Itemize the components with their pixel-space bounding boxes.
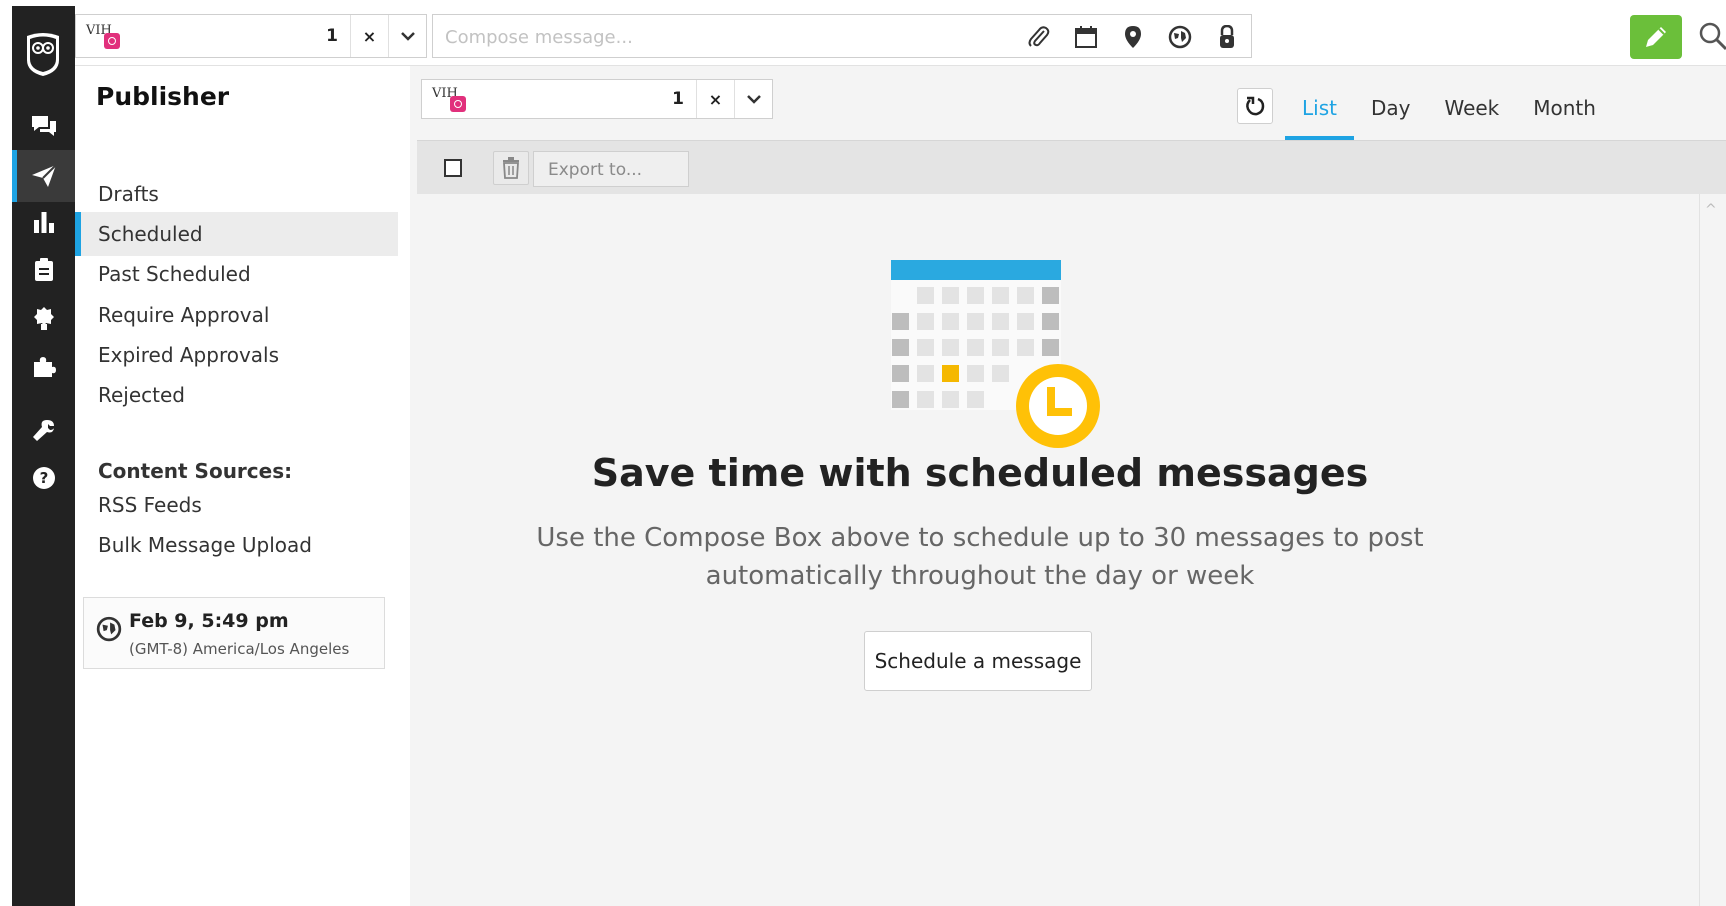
sidebar-item-label: Expired Approvals [98,343,280,367]
sidebar-item-scheduled[interactable]: Scheduled [75,212,398,256]
schedule-message-button[interactable]: Schedule a message [864,631,1092,691]
filter-profile-picker[interactable]: VIH 1 × [421,79,773,119]
instagram-icon [450,96,466,112]
content-sources-heading: Content Sources: [98,459,293,483]
privacy-lock-icon[interactable] [1213,23,1241,51]
select-all-checkbox[interactable] [444,159,462,177]
page-title: Publisher [96,82,230,111]
calendar-clock-illustration [880,260,1100,450]
app-window: ? VIH 1 × Compose message... Publisher D… [12,6,1726,906]
attachment-icon[interactable] [1025,23,1053,51]
selected-profile-count: 1 [672,89,684,109]
publisher-icon[interactable] [12,150,75,202]
selected-profile-count: 1 [326,26,338,46]
chevron-down-icon[interactable] [734,80,772,118]
svg-text:?: ? [39,469,48,487]
scheduled-main-panel: VIH 1 × List Day Week Month Export to...… [417,66,1726,906]
sidebar-item-require-approval[interactable]: Require Approval [75,293,398,337]
compose-placeholder: Compose message... [445,27,633,48]
schedule-calendar-icon[interactable] [1072,23,1100,51]
bulk-actions-toolbar: Export to... [417,140,1726,194]
sidebar-item-label: Drafts [98,182,159,206]
profile-picker[interactable]: VIH 1 × [75,14,427,58]
export-dropdown[interactable]: Export to... [533,151,689,187]
search-icon[interactable] [1695,18,1726,54]
analytics-icon[interactable] [12,196,75,248]
timezone-label: (GMT-8) America/Los Angeles [129,640,350,658]
clear-icon: × [362,26,377,46]
sidebar-item-drafts[interactable]: Drafts [75,172,398,216]
scroll-up-arrow-icon[interactable]: ^ [1705,202,1717,218]
main-nav-bar: ? [12,6,75,906]
assignments-icon[interactable] [12,244,75,296]
trash-icon [503,157,519,179]
tab-week[interactable]: Week [1427,88,1516,140]
sidebar-item-expired-approvals[interactable]: Expired Approvals [75,333,398,377]
clear-profiles-button[interactable]: × [350,15,388,57]
tab-month[interactable]: Month [1516,88,1613,140]
new-post-button[interactable] [1630,15,1682,59]
timezone-clock[interactable]: Feb 9, 5:49 pm (GMT-8) America/Los Angel… [83,597,385,669]
sidebar-item-label: RSS Feeds [98,493,202,517]
tab-day[interactable]: Day [1354,88,1428,140]
sidebar-item-rss-feeds[interactable]: RSS Feeds [75,483,398,527]
compose-tools [1025,23,1241,51]
delete-button[interactable] [493,151,529,185]
empty-state-subtitle: Use the Compose Box above to schedule up… [536,523,1424,591]
sidebar-item-past-scheduled[interactable]: Past Scheduled [75,252,398,296]
sidebar-item-label: Rejected [98,383,186,407]
targeting-globe-icon[interactable] [1166,23,1194,51]
location-pin-icon[interactable] [1119,23,1147,51]
clear-icon: × [708,89,723,109]
publisher-sidebar: Publisher Drafts Scheduled Past Schedule… [75,66,410,906]
sidebar-item-bulk-upload[interactable]: Bulk Message Upload [75,523,398,567]
profile-avatar: VIH [432,86,466,112]
globe-icon [96,616,122,642]
sidebar-item-label: Scheduled [98,222,203,246]
instagram-icon [104,33,120,49]
help-icon[interactable]: ? [12,452,75,504]
hootsuite-logo-icon[interactable] [25,32,61,76]
compose-message-field[interactable]: Compose message... [432,14,1252,58]
refresh-icon [1246,96,1265,116]
chevron-down-icon[interactable] [388,15,426,57]
streams-icon[interactable] [12,100,75,152]
tools-wrench-icon[interactable] [12,404,75,456]
view-tabs: List Day Week Month [1285,88,1613,140]
sidebar-item-rejected[interactable]: Rejected [75,373,398,417]
profile-avatar: VIH [86,23,120,49]
current-date-time: Feb 9, 5:49 pm [129,610,289,632]
clear-filter-button[interactable]: × [696,80,734,118]
sidebar-item-label: Past Scheduled [98,262,251,286]
top-bar: VIH 1 × Compose message... [75,6,1726,66]
scrollbar[interactable] [1699,194,1726,906]
refresh-button[interactable] [1237,88,1273,124]
tab-list[interactable]: List [1285,88,1354,140]
sidebar-item-label: Require Approval [98,303,270,327]
apps-icon[interactable] [12,340,75,392]
campaigns-icon[interactable] [12,292,75,344]
pencil-icon [1646,27,1666,47]
sidebar-item-label: Bulk Message Upload [98,533,312,557]
empty-state-title: Save time with scheduled messages [591,451,1369,495]
